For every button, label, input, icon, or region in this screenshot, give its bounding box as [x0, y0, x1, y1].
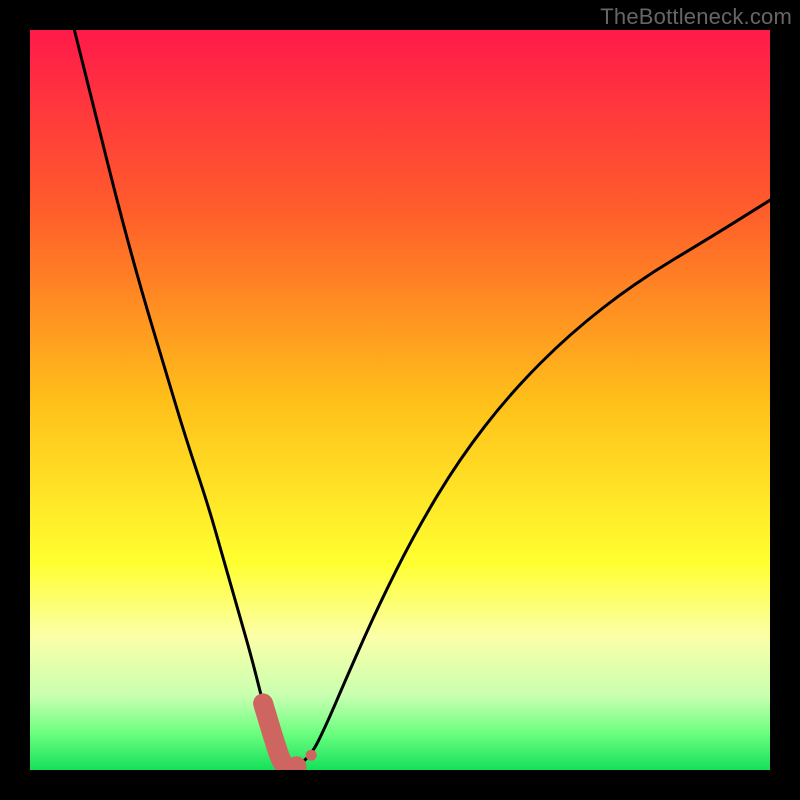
plot-area — [30, 30, 770, 770]
marker-dot — [306, 750, 317, 761]
chart-svg — [30, 30, 770, 770]
gradient-background — [30, 30, 770, 770]
watermark-text: TheBottleneck.com — [600, 4, 792, 30]
chart-frame: TheBottleneck.com — [0, 0, 800, 800]
